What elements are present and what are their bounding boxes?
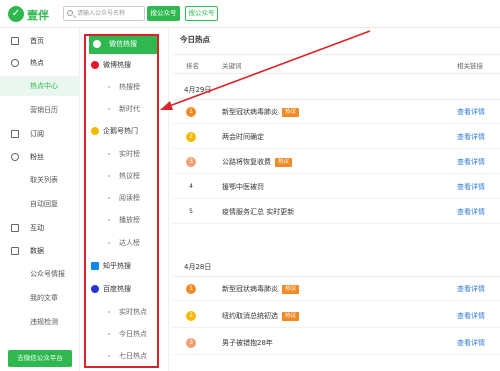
rank-badge: 3	[186, 338, 196, 348]
table-row: 5 疫情服务汇总 实时更新 查看详情	[172, 200, 500, 224]
col-rank: 排名	[186, 62, 199, 70]
details-link[interactable]: 查看详情	[457, 182, 485, 192]
table-row: 4 援鄂中医被罚 查看详情	[172, 175, 500, 199]
details-link[interactable]: 查看详情	[457, 157, 485, 167]
nav-label: 热点	[30, 59, 44, 67]
nav-data[interactable]: 数据	[0, 241, 80, 261]
date-label: 4月29日	[184, 86, 212, 94]
keyword-label: 新型冠状病毒肺炎	[222, 285, 278, 293]
logo-icon: ✓	[8, 6, 24, 22]
nav-subscribe[interactable]: 订阅	[0, 124, 80, 144]
rank-badge: 1	[186, 284, 196, 294]
highlight-box	[84, 34, 159, 368]
table-header: 排名 关键词 相关链接	[172, 54, 500, 74]
keyword-label: 疫情服务汇总 实时更新	[222, 208, 295, 216]
rank-badge: 5	[189, 208, 193, 215]
nav-label: 自动回复	[30, 200, 58, 208]
nav-label: 订阅	[30, 130, 44, 138]
keyword-text[interactable]: 公路将恢复收费 热议	[222, 157, 293, 167]
nav-label: 粉丝	[30, 153, 44, 161]
keyword-label: 公路将恢复收费	[222, 158, 271, 166]
flame-icon	[11, 59, 19, 67]
hot-badge: 热议	[282, 312, 300, 321]
nav-label: 营销日历	[30, 106, 58, 114]
nav-label: 互动	[30, 224, 44, 232]
home-icon	[11, 37, 19, 45]
nav-account-intel[interactable]: 公众号情报	[0, 264, 80, 284]
search-account-button[interactable]: 搜公众号	[147, 6, 180, 21]
chat-icon	[11, 224, 19, 232]
nav-label: 热点中心	[30, 82, 58, 90]
details-link[interactable]: 查看详情	[457, 107, 485, 117]
keyword-text[interactable]: 援鄂中医被罚	[222, 182, 264, 192]
keyword-text[interactable]: 新型冠状病毒肺炎 热议	[222, 284, 300, 294]
search-placeholder: 请输入公众号名称	[77, 10, 126, 17]
nav-label: 我的文章	[30, 294, 58, 302]
nav-auto-reply[interactable]: 自动回复	[0, 194, 80, 214]
details-link[interactable]: 查看详情	[457, 132, 485, 142]
details-link[interactable]: 查看详情	[457, 311, 485, 321]
table-row: 3 公路将恢复收费 热议 查看详情	[172, 150, 500, 174]
nav-violation-check[interactable]: 违规检测	[0, 312, 80, 332]
hot-badge: 热议	[282, 285, 300, 294]
col-links: 相关链接	[457, 62, 483, 70]
keyword-text[interactable]: 男子被错抱28年	[222, 338, 273, 348]
nav-label: 首页	[30, 37, 44, 45]
hot-badge: 热议	[282, 108, 300, 117]
nav-fans[interactable]: 粉丝	[0, 147, 80, 167]
page-title: 今日热点	[180, 35, 210, 44]
table-row: 1 新型冠状病毒肺炎 热议 查看详情	[172, 100, 500, 124]
rank-badge: 2	[186, 132, 196, 142]
keyword-label: 男子被错抱28年	[222, 339, 273, 347]
keyword-label: 两会时间确定	[222, 133, 264, 141]
nav-home[interactable]: 首页	[0, 31, 80, 51]
rank-badge: 3	[186, 157, 196, 167]
rank-badge: 4	[189, 183, 193, 190]
rank-badge: 2	[186, 311, 196, 321]
keyword-text[interactable]: 疫情服务汇总 实时更新	[222, 207, 294, 217]
brand-name: 壹伴	[27, 9, 49, 22]
nav-hot[interactable]: 热点	[0, 53, 80, 73]
nav-hot-center[interactable]: 热点中心	[0, 76, 80, 96]
keyword-text[interactable]: 两会时间确定	[222, 132, 264, 142]
search-icon	[67, 10, 73, 16]
top-header: ✓ 壹伴 请输入公众号名称 搜公众号 搜公众号	[0, 0, 500, 28]
hot-list-panel: 今日热点 排名 关键词 相关链接 4月29日 1 新型冠状病毒肺炎 热议 查看详情…	[172, 28, 500, 371]
rank-badge: 1	[186, 107, 196, 117]
details-link[interactable]: 查看详情	[457, 338, 485, 348]
nav-label: 公众号情报	[30, 270, 65, 278]
bookmark-icon	[11, 130, 19, 138]
table-row: 1 新型冠状病毒肺炎 热议 查看详情	[172, 277, 500, 301]
date-label: 4月28日	[184, 263, 212, 271]
nav-label: 取关列表	[30, 176, 58, 184]
nav-label: 违规检测	[30, 318, 58, 326]
keyword-text[interactable]: 新型冠状病毒肺炎 热议	[222, 107, 300, 117]
goto-wechat-platform-button[interactable]: 去微信公众平台	[8, 350, 72, 367]
nav-unfollow-list[interactable]: 取关列表	[0, 170, 80, 190]
table-row: 2 两会时间确定 查看详情	[172, 125, 500, 149]
details-link[interactable]: 查看详情	[457, 284, 485, 294]
hot-badge: 热议	[275, 158, 293, 167]
nav-marketing-calendar[interactable]: 营销日历	[0, 100, 80, 120]
keyword-label: 新型冠状病毒肺炎	[222, 108, 278, 116]
table-row: 3 男子被错抱28年 查看详情	[172, 331, 500, 355]
left-nav: 首页 热点 热点中心 营销日历 订阅 粉丝 取关列表 自动回复 互动 数据 公众…	[0, 28, 80, 371]
user-icon	[11, 153, 19, 161]
keyword-label: 纽约取消总统初选	[222, 312, 278, 320]
search-input[interactable]: 请输入公众号名称	[63, 6, 145, 21]
details-link[interactable]: 查看详情	[457, 207, 485, 217]
nav-label: 数据	[30, 247, 44, 255]
keyword-label: 援鄂中医被罚	[222, 183, 264, 191]
table-row: 2 纽约取消总统初选 热议 查看详情	[172, 304, 500, 328]
nav-my-articles[interactable]: 我的文章	[0, 288, 80, 308]
search-article-button[interactable]: 搜公众号	[185, 6, 218, 21]
nav-interact[interactable]: 互动	[0, 218, 80, 238]
keyword-text[interactable]: 纽约取消总统初选 热议	[222, 311, 300, 321]
col-keyword: 关键词	[222, 62, 242, 70]
chart-icon	[11, 247, 19, 255]
